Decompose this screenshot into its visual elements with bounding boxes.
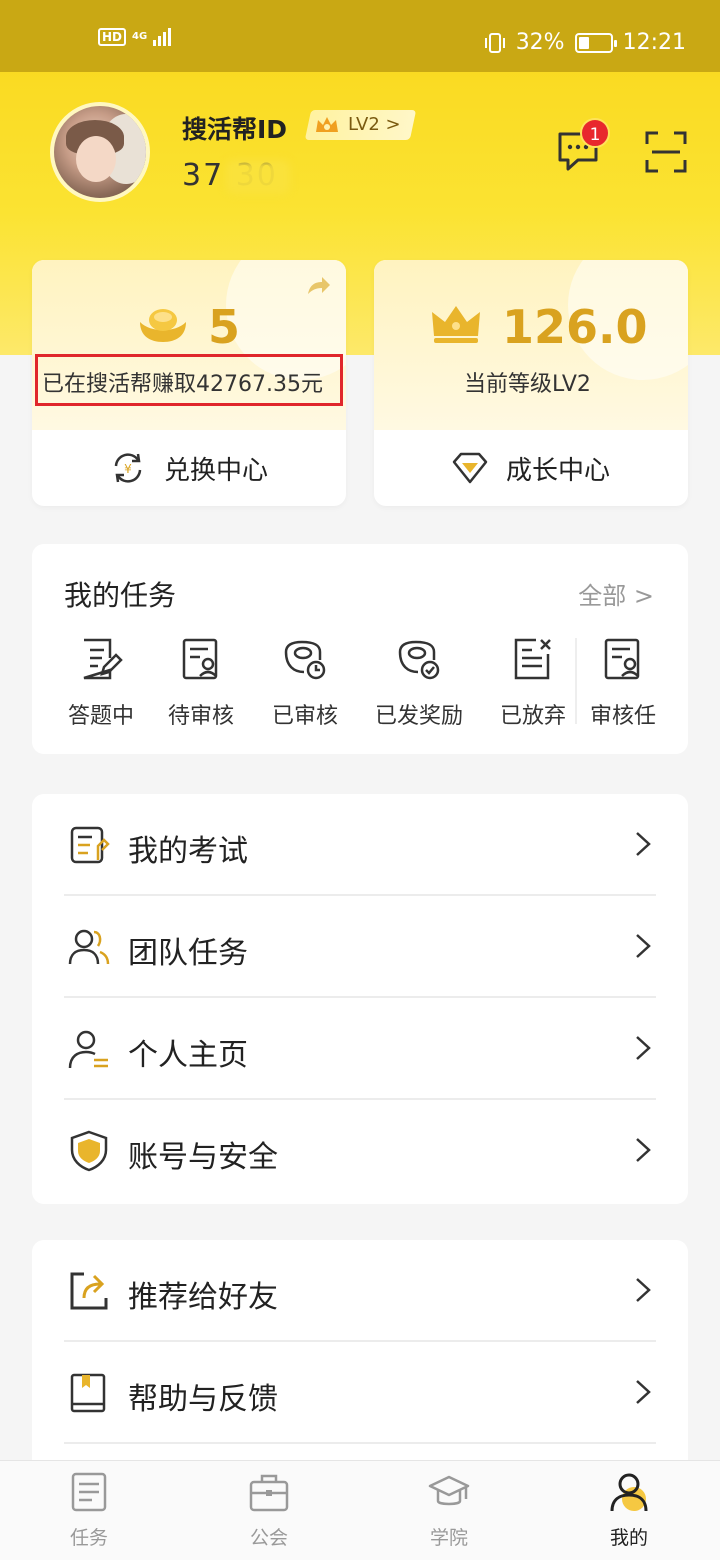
growth-card: 126.0 当前等级LV2 成长中心 <box>374 260 688 506</box>
menu-item-label: 推荐给好友 <box>128 1280 278 1315</box>
menu-item-label: 我的考试 <box>128 834 248 869</box>
earnings-card: 5 已在搜活帮赚取42767.35元 ¥ 兑换中心 <box>32 260 346 506</box>
tab-label: 公会 <box>249 1527 288 1549</box>
share-icon <box>70 1272 108 1310</box>
annotation-highlight <box>35 354 343 406</box>
menu-item-account-security[interactable]: 账号与安全 <box>64 1100 656 1202</box>
tab-mine[interactable]: 我的 <box>584 1471 674 1550</box>
battery-icon <box>574 32 617 53</box>
menu-item-recommend-friends[interactable]: 推荐给好友 <box>64 1240 656 1342</box>
menu-item-my-exams[interactable]: 我的考试 <box>64 794 656 896</box>
menu-item-label: 账号与安全 <box>128 1140 278 1175</box>
exchange-center-button[interactable]: ¥ 兑换中心 <box>32 430 346 506</box>
briefcase-icon <box>249 1474 289 1512</box>
task-status-pending[interactable]: 待审核 <box>146 636 256 730</box>
exam-icon <box>70 826 110 864</box>
tab-guild[interactable]: 公会 <box>224 1471 314 1550</box>
menu-item-team-tasks[interactable]: 团队任务 <box>64 896 656 998</box>
pending-review-icon <box>182 638 218 680</box>
task-status-reward-sent[interactable]: 已发奖励 <box>364 636 474 730</box>
message-count-badge: 1 <box>580 118 610 148</box>
team-icon <box>68 929 110 965</box>
avatar[interactable] <box>50 102 150 202</box>
user-id-label: 搜活帮ID <box>182 115 288 144</box>
shield-icon <box>70 1130 108 1172</box>
crown-level-icon <box>432 306 480 343</box>
diamond-icon <box>452 452 488 484</box>
tab-label: 我的 <box>609 1527 648 1549</box>
crown-icon <box>316 117 338 132</box>
profile-icon <box>68 1030 108 1069</box>
battery-percent: 32% <box>515 30 565 55</box>
status-bar: HD 4G 32% 12:21 <box>0 0 720 72</box>
abandoned-icon <box>514 638 551 680</box>
id-redaction <box>226 160 290 194</box>
tab-academy[interactable]: 学院 <box>404 1471 494 1550</box>
graduation-cap-icon <box>428 1475 470 1506</box>
task-status-label: 审核任 <box>589 704 656 729</box>
exchange-icon: ¥ <box>114 453 142 483</box>
view-all-tasks-link[interactable]: 全部 > <box>578 576 654 611</box>
review-task-icon <box>604 638 640 680</box>
user-icon <box>610 1473 648 1512</box>
task-status-label: 待审核 <box>167 704 234 729</box>
chevron-right-icon <box>636 1278 651 1302</box>
task-status-answering[interactable]: 答题中 <box>46 636 156 730</box>
task-status-review-task[interactable]: 审核任 <box>568 636 678 730</box>
chevron-right-icon <box>636 934 651 958</box>
help-book-icon <box>70 1373 106 1413</box>
task-status-reviewed[interactable]: 已审核 <box>250 636 360 730</box>
growth-value: 126.0 <box>502 300 648 354</box>
menu-item-help-feedback[interactable]: 帮助与反馈 <box>64 1342 656 1444</box>
menu-item-label: 个人主页 <box>128 1038 248 1073</box>
growth-center-button[interactable]: 成长中心 <box>374 430 688 506</box>
hd-indicator: HD <box>98 28 127 46</box>
my-tasks-panel: 我的任务 全部 > 答题中 待审核 已审核 已发奖励 已放弃 审核任 <box>32 544 688 754</box>
level-badge[interactable]: LV2 > <box>304 110 416 140</box>
chevron-right-icon <box>636 1138 651 1162</box>
task-status-label: 已发奖励 <box>374 704 463 729</box>
menu-item-label: 帮助与反馈 <box>128 1382 278 1417</box>
level-badge-text: LV2 > <box>348 114 401 135</box>
share-arrow-icon[interactable] <box>306 274 332 298</box>
my-tasks-title: 我的任务 <box>64 579 177 612</box>
tab-tasks[interactable]: 任务 <box>44 1471 134 1550</box>
task-list-icon <box>71 1472 107 1512</box>
chevron-right-icon <box>636 832 651 856</box>
scan-icon[interactable] <box>644 130 688 174</box>
menu-item-personal-homepage[interactable]: 个人主页 <box>64 998 656 1100</box>
exchange-center-label: 兑换中心 <box>163 455 268 486</box>
network-type: 4G <box>132 31 148 42</box>
reward-sent-icon <box>398 640 440 680</box>
signal-icon <box>153 28 172 46</box>
svg-text:¥: ¥ <box>124 462 132 476</box>
menu-item-label: 团队任务 <box>128 936 248 971</box>
task-status-label: 答题中 <box>67 704 134 729</box>
coin-balance: 5 <box>208 300 241 354</box>
tab-label: 任务 <box>69 1527 108 1549</box>
task-status-label: 已审核 <box>271 704 338 729</box>
vibrate-icon <box>484 32 505 53</box>
tab-label: 学院 <box>429 1527 468 1549</box>
reviewed-icon <box>284 640 326 680</box>
menu-group-2: 推荐给好友 帮助与反馈 <box>32 1240 688 1460</box>
clock: 12:21 <box>622 30 686 55</box>
chevron-right-icon <box>636 1036 651 1060</box>
current-level-text: 当前等级LV2 <box>464 372 591 397</box>
gold-ingot-icon <box>140 309 186 342</box>
menu-group-1: 我的考试 团队任务 个人主页 账号与安全 <box>32 794 688 1204</box>
chevron-right-icon <box>636 1380 651 1404</box>
edit-doc-icon <box>83 638 123 680</box>
growth-center-label: 成长中心 <box>505 455 610 486</box>
bottom-tab-bar: 任务 公会 学院 我的 <box>0 1460 720 1560</box>
